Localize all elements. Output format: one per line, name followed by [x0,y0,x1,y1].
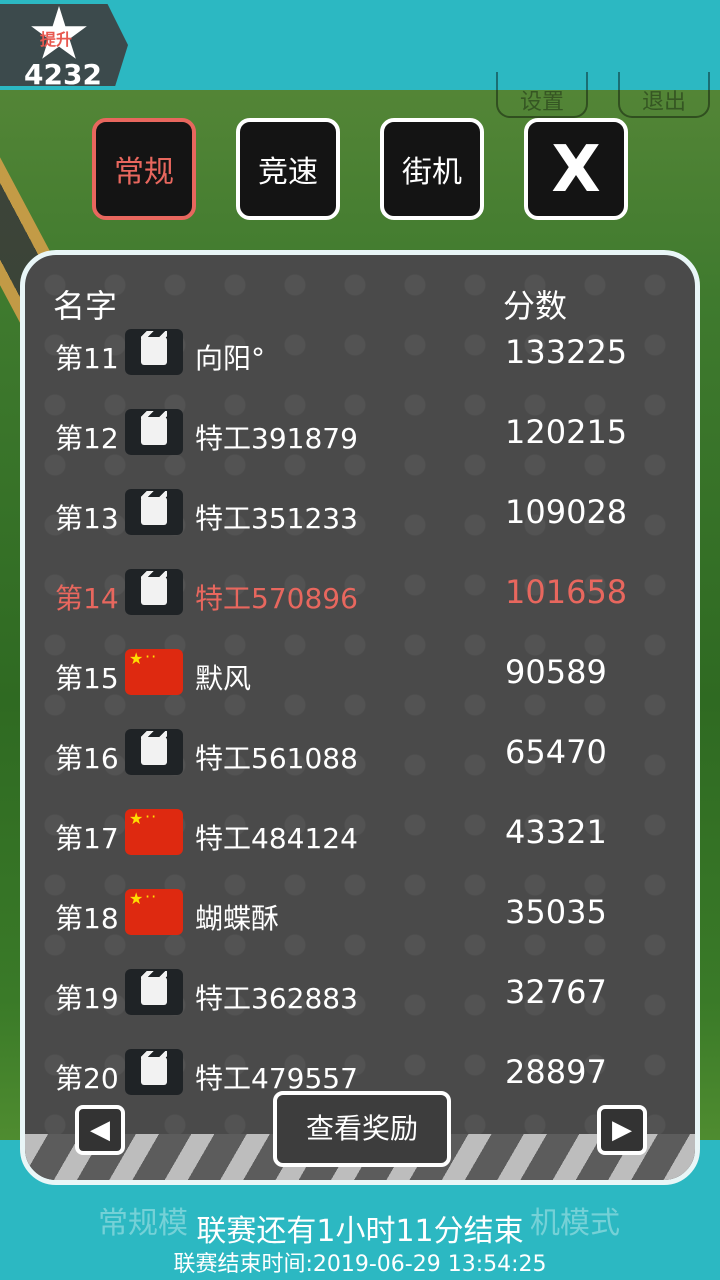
tab-arcade[interactable]: 街机 [380,118,484,220]
upgrade-label: 提升 [40,30,73,49]
leaderboard-panel: 名字 分数 第11 向阳° 133225 第12 特工391879 120215… [20,250,700,1185]
next-page-button[interactable]: ▶ [597,1105,647,1155]
rank-label: 第18 [55,902,119,935]
left-arrow-icon: ◀ [90,1115,110,1145]
player-name: 特工351233 [195,502,358,535]
rank-label: 第12 [55,422,119,455]
cat-avatar-icon [125,969,183,1015]
leaderboard-row-current-player: 第14 特工570896 101658 [25,557,695,637]
rank-label: 第13 [55,502,119,535]
prev-page-button[interactable]: ◀ [75,1105,125,1155]
leaderboard-row: 第15 默风 90589 [25,637,695,717]
cat-avatar-icon [125,569,183,615]
player-score: 32767 [505,973,607,1011]
china-flag-icon [125,647,183,695]
cat-avatar-icon [125,329,183,375]
cat-avatar-icon [125,409,183,455]
player-name: 特工561088 [195,742,358,775]
rank-label: 第19 [55,982,119,1015]
exit-button[interactable]: 退出 [618,72,710,118]
leaderboard-row: 第19 特工362883 32767 [25,957,695,1037]
league-countdown: 联赛还有1小时11分结束 [196,1214,524,1249]
player-score: 65470 [505,733,607,771]
rank-label: 第16 [55,742,119,775]
player-name: 向阳° [195,342,266,375]
player-name: 特工362883 [195,982,358,1015]
rank-label: 第20 [55,1062,119,1095]
china-flag-icon [125,807,183,855]
leaderboard-row: 第13 特工351233 109028 [25,477,695,557]
player-score: 90589 [505,653,607,691]
player-name: 特工484124 [195,822,358,855]
tab-race[interactable]: 竞速 [236,118,340,220]
cat-avatar-icon [125,1049,183,1095]
player-score: 133225 [505,333,628,371]
leaderboard-row: 第16 特工561088 65470 [25,717,695,797]
player-score: 109028 [505,493,628,531]
close-button[interactable]: X [524,118,628,220]
score-badge[interactable]: 提升 4232 [0,4,128,86]
view-rewards-button[interactable]: 查看奖励 [273,1091,451,1167]
player-score: 43321 [505,813,607,851]
league-end-time: 联赛结束时间:2019-06-29 13:54:25 [173,1252,547,1277]
player-score: 101658 [505,573,628,611]
player-score: 120215 [505,413,628,451]
rank-label: 第11 [55,342,119,375]
player-name: 特工391879 [195,422,358,455]
player-name: 特工570896 [195,582,358,615]
china-flag-icon [125,887,183,935]
cat-avatar-icon [125,729,183,775]
tab-normal[interactable]: 常规 [92,118,196,220]
settings-button[interactable]: 设置 [496,72,588,118]
cat-avatar-icon [125,489,183,535]
leaderboard-row: 第18 蝴蝶酥 35035 [25,877,695,957]
leaderboard-row: 第17 特工484124 43321 [25,797,695,877]
right-arrow-icon: ▶ [612,1115,632,1145]
rank-label: 第17 [55,822,119,855]
leaderboard-row: 第12 特工391879 120215 [25,397,695,477]
player-score: 28897 [505,1053,607,1091]
rank-label: 第14 [55,582,119,615]
player-name: 默风 [195,662,252,695]
player-name: 蝴蝶酥 [195,902,280,935]
rank-label: 第15 [55,662,119,695]
leaderboard-row: 第11 向阳° 133225 [25,317,695,397]
player-score: 35035 [505,893,607,931]
